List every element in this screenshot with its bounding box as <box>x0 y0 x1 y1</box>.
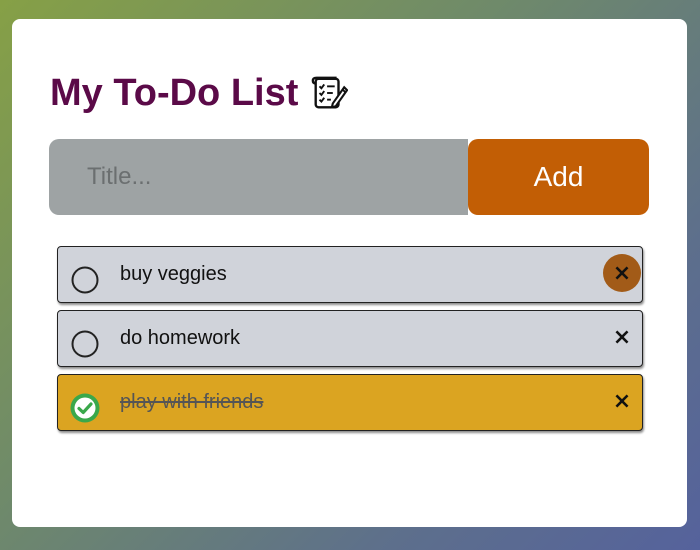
task-text: play with friends <box>120 391 264 413</box>
close-icon[interactable]: × <box>603 382 641 420</box>
task-text: buy veggies <box>120 263 227 285</box>
page-title: My To-Do List <box>50 71 349 115</box>
close-icon[interactable]: × <box>603 254 641 292</box>
add-button[interactable]: Add <box>468 139 649 215</box>
empty-circle-icon[interactable] <box>70 329 100 359</box>
todo-card: My To-Do List Add <box>12 19 687 527</box>
empty-circle-icon[interactable] <box>70 265 100 295</box>
close-icon[interactable]: × <box>603 318 641 356</box>
check-circle-icon[interactable] <box>70 393 100 423</box>
task-title-input[interactable] <box>49 139 468 215</box>
task-item[interactable]: buy veggies × <box>57 246 643 303</box>
task-item[interactable]: do homework × <box>57 310 643 367</box>
new-task-row: Add <box>49 139 649 215</box>
task-text: do homework <box>120 327 241 349</box>
task-list: buy veggies × do homework × play with fr… <box>57 246 643 438</box>
task-item-completed[interactable]: play with friends × <box>57 374 643 431</box>
memo-checklist-icon <box>310 74 349 112</box>
page-title-text: My To-Do List <box>50 72 299 114</box>
